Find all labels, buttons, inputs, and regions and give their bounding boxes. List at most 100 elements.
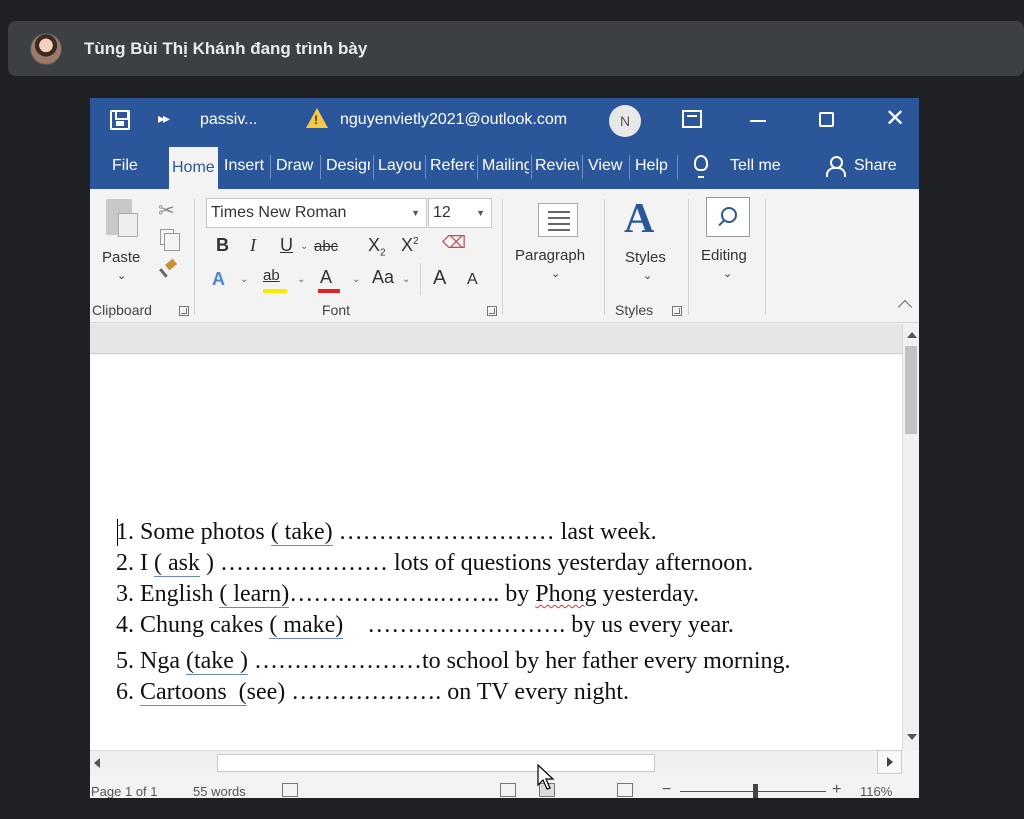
- mouse-cursor-icon: [537, 764, 555, 790]
- paste-button[interactable]: Paste: [102, 249, 140, 266]
- chevron-down-icon[interactable]: ⌄: [551, 267, 560, 280]
- superscript-button[interactable]: X2: [401, 235, 419, 256]
- italic-button[interactable]: I: [250, 235, 256, 256]
- bold-button[interactable]: B: [216, 235, 229, 256]
- scroll-left-icon[interactable]: [94, 758, 100, 768]
- clipboard-launcher-icon[interactable]: [179, 306, 189, 316]
- tab-file[interactable]: File: [112, 143, 138, 189]
- paragraph-button[interactable]: Paragraph: [515, 247, 585, 264]
- share-person-icon[interactable]: [826, 156, 846, 177]
- font-color-bar: [318, 289, 340, 293]
- grow-font-button[interactable]: A: [433, 267, 446, 290]
- paste-icon[interactable]: [106, 199, 138, 237]
- horizontal-scrollbar[interactable]: [90, 750, 902, 774]
- change-case-button[interactable]: Aa: [372, 267, 394, 288]
- ruler-area: [90, 324, 902, 354]
- tab-separator: [531, 155, 532, 179]
- tab-home[interactable]: Home: [169, 147, 218, 189]
- chevron-down-icon[interactable]: ⌄: [297, 274, 305, 285]
- tab-separator: [425, 155, 426, 179]
- chevron-down-icon[interactable]: ⌄: [723, 267, 732, 280]
- tab-help[interactable]: Help: [635, 143, 675, 189]
- tab-insert[interactable]: Insert: [224, 143, 268, 189]
- styles-launcher-icon[interactable]: [672, 306, 682, 316]
- scroll-down-icon[interactable]: [907, 734, 917, 740]
- save-icon[interactable]: [110, 110, 130, 130]
- title-bar: ▸▸ passiv... ! nguyenvietly2021@outlook.…: [90, 98, 919, 143]
- scroll-right-button[interactable]: [877, 750, 902, 774]
- tab-separator: [373, 155, 374, 179]
- page-count[interactable]: Page 1 of 1: [91, 784, 158, 798]
- account-email[interactable]: nguyenvietly2021@outlook.com: [340, 111, 567, 129]
- tab-design[interactable]: Design: [326, 143, 370, 189]
- lightbulb-icon[interactable]: [694, 155, 708, 178]
- paragraph-icon[interactable]: [538, 203, 578, 237]
- warning-icon[interactable]: !: [306, 108, 328, 128]
- chevron-down-icon[interactable]: ▼: [476, 199, 485, 227]
- font-name-select[interactable]: Times New Roman ▼: [206, 198, 427, 228]
- collapse-ribbon-icon[interactable]: [897, 299, 913, 315]
- tab-separator: [270, 155, 271, 179]
- list-item: 1. Some photos ( take) ……………………… last we…: [116, 519, 657, 546]
- clear-formatting-icon[interactable]: ⌫: [442, 233, 466, 253]
- word-count[interactable]: 55 words: [193, 784, 246, 798]
- shrink-font-button[interactable]: A: [467, 271, 478, 289]
- tab-review[interactable]: Review: [535, 143, 579, 189]
- format-painter-icon[interactable]: [160, 259, 178, 277]
- vertical-scroll-thumb[interactable]: [905, 346, 917, 434]
- ribbon-home: Paste ⌄ ✂ Clipboard Times New Roman ▼ 12…: [90, 189, 919, 323]
- highlight-button[interactable]: ab: [263, 267, 280, 284]
- zoom-in-button[interactable]: +: [832, 781, 841, 798]
- styles-button[interactable]: Styles: [625, 249, 666, 266]
- styles-icon[interactable]: A: [624, 195, 654, 243]
- group-divider: [420, 263, 421, 295]
- text-effects-icon[interactable]: A: [212, 269, 225, 290]
- chevron-down-icon[interactable]: ⌄: [300, 241, 308, 252]
- tab-view[interactable]: View: [588, 143, 626, 189]
- tab-references[interactable]: References: [430, 143, 474, 189]
- font-launcher-icon[interactable]: [487, 306, 497, 316]
- tab-mailings[interactable]: Mailings: [482, 143, 529, 189]
- tell-me-search[interactable]: Tell me: [730, 143, 781, 189]
- ribbon-display-options-icon[interactable]: [682, 110, 702, 128]
- chevron-down-icon[interactable]: ⌄: [117, 269, 126, 282]
- underline-button[interactable]: U: [280, 235, 293, 256]
- font-size-select[interactable]: 12 ▼: [428, 198, 492, 228]
- maximize-button[interactable]: [819, 112, 834, 127]
- tab-draw[interactable]: Draw: [276, 143, 316, 189]
- zoom-slider-handle[interactable]: [753, 784, 758, 798]
- find-icon[interactable]: [706, 197, 750, 237]
- tab-separator: [477, 155, 478, 179]
- tab-layout[interactable]: Layout: [378, 143, 422, 189]
- list-item: 3. English ( learn)……………….…….. by Phong …: [116, 581, 700, 608]
- strikethrough-button[interactable]: abc: [314, 238, 338, 255]
- chevron-down-icon[interactable]: ⌄: [643, 269, 652, 282]
- copy-icon[interactable]: [160, 229, 180, 251]
- minimize-button[interactable]: [750, 120, 766, 122]
- chevron-down-icon[interactable]: ⌄: [402, 274, 410, 285]
- font-color-button[interactable]: A: [320, 267, 332, 288]
- document-name[interactable]: passiv...: [200, 111, 258, 129]
- more-commands-icon[interactable]: ▸▸: [158, 110, 170, 127]
- document-page[interactable]: 1. Some photos ( take) ……………………… last we…: [90, 355, 902, 750]
- close-button[interactable]: ✕: [885, 106, 905, 132]
- account-avatar[interactable]: N: [609, 105, 641, 137]
- clipboard-group-label: Clipboard: [92, 302, 152, 318]
- cut-icon[interactable]: ✂: [158, 198, 175, 223]
- horizontal-scroll-thumb[interactable]: [217, 754, 655, 772]
- share-button[interactable]: Share: [854, 143, 897, 189]
- proofing-icon[interactable]: [282, 783, 298, 797]
- zoom-level[interactable]: 116%: [860, 784, 892, 798]
- subscript-button[interactable]: X2: [368, 235, 386, 259]
- chevron-down-icon[interactable]: ⌄: [240, 274, 248, 285]
- vertical-scrollbar[interactable]: [902, 324, 919, 750]
- list-item: 2. I ( ask ) ………………… lots of questions y…: [116, 550, 754, 577]
- zoom-out-button[interactable]: −: [662, 781, 671, 798]
- scroll-up-icon[interactable]: [907, 332, 917, 338]
- web-layout-icon[interactable]: [617, 783, 633, 797]
- read-mode-icon[interactable]: [500, 783, 516, 797]
- editing-button[interactable]: Editing: [701, 247, 747, 264]
- group-divider: [502, 199, 503, 315]
- chevron-down-icon[interactable]: ▼: [411, 199, 420, 227]
- chevron-down-icon[interactable]: ⌄: [352, 274, 360, 285]
